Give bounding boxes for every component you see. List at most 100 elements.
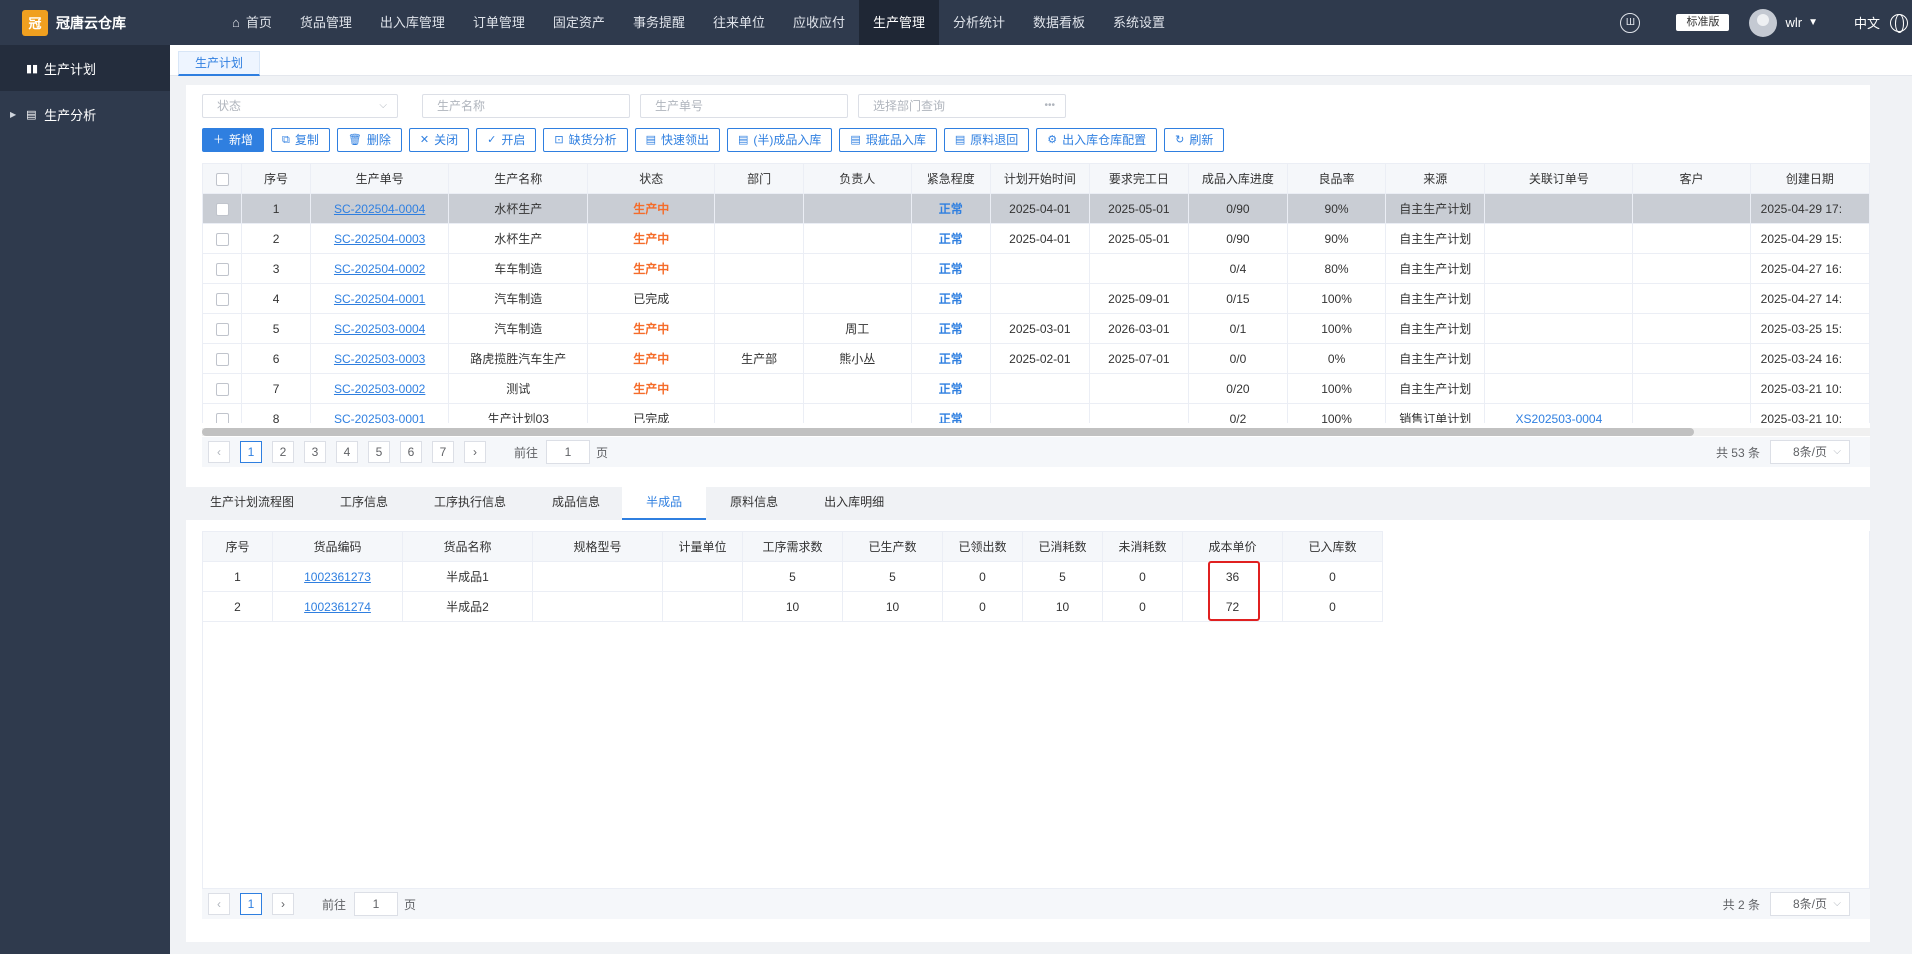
row-checkbox-cell[interactable] [202, 193, 243, 224]
toolbar-button-9[interactable]: ▤ 原料退回 [943, 128, 1030, 152]
nav-item-1[interactable]: 货品管理 [286, 0, 366, 45]
theme-icon[interactable]: Ш [1620, 12, 1641, 33]
toolbar-button-4[interactable]: ✓ 开启 [476, 128, 537, 152]
language-switch[interactable]: 中文 [1854, 13, 1880, 32]
table-row[interactable]: 5 SC-202503-0004 汽车制造 生产中 周工 正常 2025-03-01 2026… [202, 313, 1870, 344]
page-size-select[interactable]: 8条/页 ⌵ [1770, 440, 1850, 464]
prev-page-button[interactable]: ‹ [208, 441, 230, 463]
scrollbar-thumb[interactable] [202, 428, 1694, 436]
globe-icon[interactable] [1890, 13, 1908, 33]
column-header[interactable]: 客户 [1632, 163, 1751, 194]
page-button[interactable]: 7 [432, 441, 454, 463]
row-checkbox[interactable] [215, 232, 229, 246]
table-row[interactable]: 4 SC-202504-0001 汽车制造 已完成 正常 2025-09-01 0/15 10… [202, 283, 1870, 314]
toolbar-button-0[interactable]: ＋ 新增 [202, 128, 265, 152]
column-header[interactable]: 工序需求数 [742, 531, 843, 562]
next-page-button[interactable]: › [464, 441, 486, 463]
cell-value[interactable]: SC-202504-0002 [334, 262, 425, 276]
row-checkbox-cell[interactable] [202, 253, 243, 284]
status-select[interactable]: 状态 ⌵ [202, 94, 398, 118]
detail-tab-6[interactable]: 出入库明细 [800, 487, 906, 520]
cell-value[interactable]: 1002361273 [304, 570, 371, 584]
nav-item-10[interactable]: 数据看板 [1019, 0, 1099, 45]
tab-production-plan[interactable]: 生产计划 [178, 51, 261, 76]
row-checkbox-cell[interactable] [202, 343, 243, 374]
table-row[interactable]: 8 SC-202503-0001 生产计划03 已完成 正常 0/2 100% 销售订单计划 X… [202, 403, 1870, 424]
cell-value[interactable]: SC-202503-0002 [334, 382, 425, 396]
production-name-input[interactable]: 生产名称 [422, 94, 630, 118]
detail-tab-2[interactable]: 工序执行信息 [410, 487, 528, 520]
page-button[interactable]: 3 [304, 441, 326, 463]
column-header[interactable]: 计量单位 [662, 531, 743, 562]
page-button[interactable]: 2 [272, 441, 294, 463]
table-row[interactable]: 1 SC-202504-0004 水杯生产 生产中 正常 2025-04-01 2025-0… [202, 193, 1870, 224]
detail-tab-3[interactable]: 成品信息 [528, 487, 622, 520]
column-header[interactable]: 计划开始时间 [989, 163, 1090, 194]
sidebar-item-production-analysis[interactable]: ▶ ▤ 生产分析 [0, 91, 170, 137]
detail-tab-1[interactable]: 工序信息 [316, 487, 410, 520]
column-header[interactable]: 紧急程度 [910, 163, 991, 194]
next-page-button[interactable]: › [272, 893, 294, 915]
column-header[interactable]: 已消耗数 [1022, 531, 1103, 562]
page-button[interactable]: 6 [400, 441, 422, 463]
select-all-checkbox-cell[interactable] [202, 163, 243, 194]
sidebar-item-production-plan[interactable]: ▮▮ 生产计划 [0, 45, 170, 91]
toolbar-button-3[interactable]: ✕ 关闭 [408, 128, 470, 152]
caret-down-icon[interactable]: ▼ [1808, 17, 1818, 28]
column-header[interactable]: 要求完工日 [1088, 163, 1189, 194]
column-header[interactable]: 未消耗数 [1102, 531, 1183, 562]
row-checkbox[interactable] [215, 412, 229, 423]
edition-badge[interactable]: 标准版 [1676, 14, 1730, 31]
column-header[interactable]: 来源 [1385, 163, 1486, 194]
page-button[interactable]: 5 [368, 441, 390, 463]
row-checkbox[interactable] [215, 262, 229, 276]
nav-item-11[interactable]: 系统设置 [1099, 0, 1179, 45]
column-header[interactable]: 部门 [714, 163, 804, 194]
column-header[interactable]: 良品率 [1286, 163, 1387, 194]
row-checkbox[interactable] [215, 202, 229, 216]
nav-item-5[interactable]: 事务提醒 [619, 0, 699, 45]
department-select[interactable]: 选择部门查询 ••• [858, 94, 1066, 118]
page-size-select[interactable]: 8条/页 ⌵ [1770, 892, 1850, 916]
toolbar-button-5[interactable]: ⊡ 缺货分析 [543, 128, 628, 152]
cell-value[interactable]: SC-202503-0004 [334, 322, 425, 336]
goto-page-input[interactable]: 1 [354, 892, 399, 916]
column-header[interactable]: 货品名称 [402, 531, 533, 562]
toolbar-button-1[interactable]: ⧉ 复制 [271, 128, 330, 152]
column-header[interactable]: 货品编码 [272, 531, 403, 562]
detail-tab-4[interactable]: 半成品 [622, 487, 707, 520]
nav-item-0[interactable]: ⌂ 首页 [218, 0, 286, 45]
nav-item-8[interactable]: 生产管理 [858, 0, 939, 45]
column-header[interactable]: 已领出数 [942, 531, 1023, 562]
cell-value[interactable]: SC-202504-0004 [334, 202, 425, 216]
detail-tab-0[interactable]: 生产计划流程图 [186, 487, 316, 520]
table-row[interactable]: 2 SC-202504-0003 水杯生产 生产中 正常 2025-04-01 2025-0… [202, 223, 1870, 254]
goto-page-input[interactable]: 1 [546, 440, 591, 464]
column-header[interactable]: 序号 [202, 531, 273, 562]
cell-value[interactable]: SC-202504-0003 [334, 232, 425, 246]
toolbar-button-6[interactable]: ▤ 快速领出 [634, 128, 720, 152]
cell-value[interactable]: SC-202503-0003 [334, 352, 425, 366]
app-logo[interactable]: 冠 冠唐云仓库 [0, 0, 170, 45]
table-row[interactable]: 3 SC-202504-0002 车车制造 生产中 正常 0/4 80% 自主生产计划 2025… [202, 253, 1870, 284]
horizontal-scrollbar[interactable] [202, 428, 1870, 436]
toolbar-button-7[interactable]: ▤ (半)成品入库 [727, 128, 833, 152]
column-header[interactable]: 负责人 [802, 163, 912, 194]
page-button[interactable]: 1 [240, 441, 262, 463]
column-header[interactable]: 状态 [587, 163, 716, 194]
table-row[interactable]: 6 SC-202503-0003 路虎揽胜汽车生产 生产中 生产部 熊小丛 正常 2025-0… [202, 343, 1870, 374]
row-checkbox[interactable] [215, 322, 229, 336]
row-checkbox-cell[interactable] [202, 223, 243, 254]
toolbar-button-11[interactable]: ↻ 刷新 [1164, 128, 1225, 152]
cell-value[interactable]: SC-202504-0001 [334, 292, 425, 306]
table-row[interactable]: 7 SC-202503-0002 测试 生产中 正常 0/20 100% 自主生产计划 2025… [202, 373, 1870, 404]
column-header[interactable]: 已入库数 [1282, 531, 1383, 562]
cell-value[interactable]: SC-202503-0001 [334, 412, 425, 424]
column-header[interactable]: 创建日期 [1749, 163, 1870, 194]
row-checkbox-cell[interactable] [202, 403, 243, 423]
row-checkbox-cell[interactable] [202, 283, 243, 314]
prev-page-button[interactable]: ‹ [208, 893, 230, 915]
page-button[interactable]: 4 [336, 441, 358, 463]
select-all-checkbox[interactable] [215, 172, 229, 186]
column-header[interactable]: 生产名称 [448, 163, 589, 194]
